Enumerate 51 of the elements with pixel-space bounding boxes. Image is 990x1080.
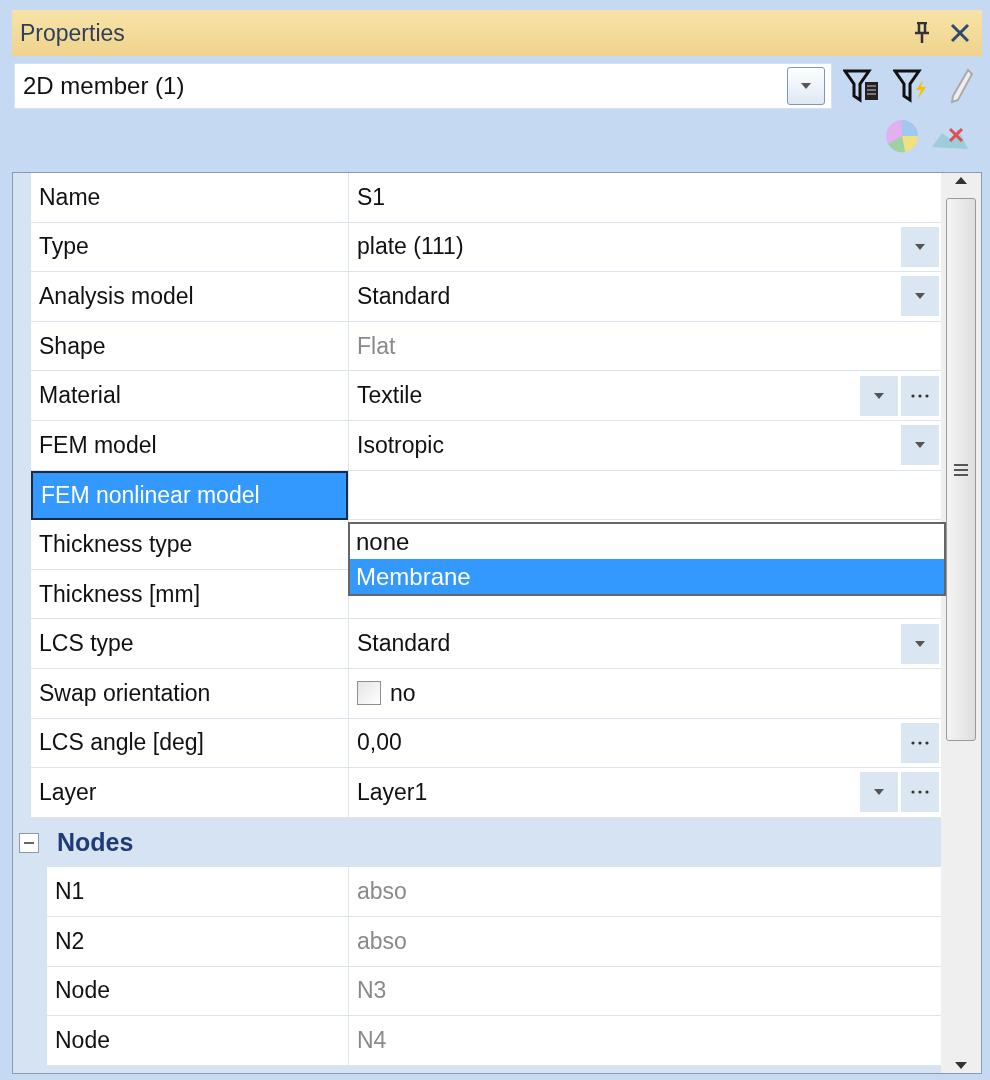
caret-icon	[915, 640, 925, 647]
property-label[interactable]: Thickness [mm]	[31, 569, 348, 620]
dropdown-button[interactable]	[901, 425, 939, 466]
caret-icon	[801, 83, 811, 89]
property-label[interactable]: Material	[31, 371, 348, 421]
property-value[interactable]: Standard	[348, 619, 941, 669]
property-value[interactable]	[348, 470, 941, 521]
caret-icon	[915, 442, 925, 449]
property-value[interactable]: Standard	[348, 272, 941, 322]
scrollbar[interactable]	[941, 173, 981, 1073]
dropdown-button[interactable]	[901, 623, 939, 664]
property-value[interactable]: plate (111)	[348, 222, 941, 273]
property-value[interactable]: Layer1	[348, 768, 941, 818]
property-label[interactable]: Analysis model	[31, 272, 348, 322]
dropdown-button[interactable]	[901, 226, 939, 267]
dropdown-button[interactable]	[860, 375, 898, 416]
browse-button[interactable]	[901, 375, 939, 416]
property-value[interactable]: 0,00	[348, 718, 941, 769]
group-title: Nodes	[57, 828, 134, 857]
browse-button[interactable]	[901, 722, 939, 763]
collapse-toggle[interactable]	[19, 832, 39, 853]
property-value[interactable]: Isotropic	[348, 420, 941, 471]
dropdown-button[interactable]	[901, 276, 939, 317]
selection-dropdown[interactable]: 2D member (1)	[14, 63, 832, 109]
scroll-down-icon[interactable]	[955, 1062, 967, 1069]
scroll-thumb[interactable]	[946, 198, 976, 741]
scroll-up-icon[interactable]	[955, 177, 967, 184]
property-value[interactable]: S1	[348, 173, 941, 223]
browse-button[interactable]	[901, 772, 939, 813]
ellipsis-icon	[911, 790, 929, 795]
checkbox[interactable]	[357, 681, 381, 706]
pin-icon	[914, 22, 930, 44]
panel-title: Properties	[20, 19, 126, 47]
ellipsis-icon	[911, 740, 929, 745]
property-value[interactable]: Textile	[348, 371, 941, 421]
property-label[interactable]: Layer	[31, 768, 348, 818]
property-label[interactable]: Thickness type	[31, 520, 348, 570]
property-label[interactable]: Name	[31, 173, 348, 223]
ellipsis-icon	[911, 393, 929, 398]
caret-icon	[874, 789, 884, 796]
property-label[interactable]: FEM model	[31, 420, 348, 471]
caret-icon	[874, 392, 884, 399]
property-label[interactable]: LCS angle [deg]	[31, 718, 348, 769]
property-value[interactable]: no	[348, 668, 941, 719]
dropdown-button[interactable]	[860, 772, 898, 813]
dropdown-button[interactable]	[787, 67, 825, 105]
property-label[interactable]: LCS type	[31, 619, 348, 669]
property-label[interactable]: Type	[31, 222, 348, 273]
caret-icon	[915, 293, 925, 300]
property-label[interactable]: Swap orientation	[31, 668, 348, 719]
caret-icon	[915, 243, 925, 250]
